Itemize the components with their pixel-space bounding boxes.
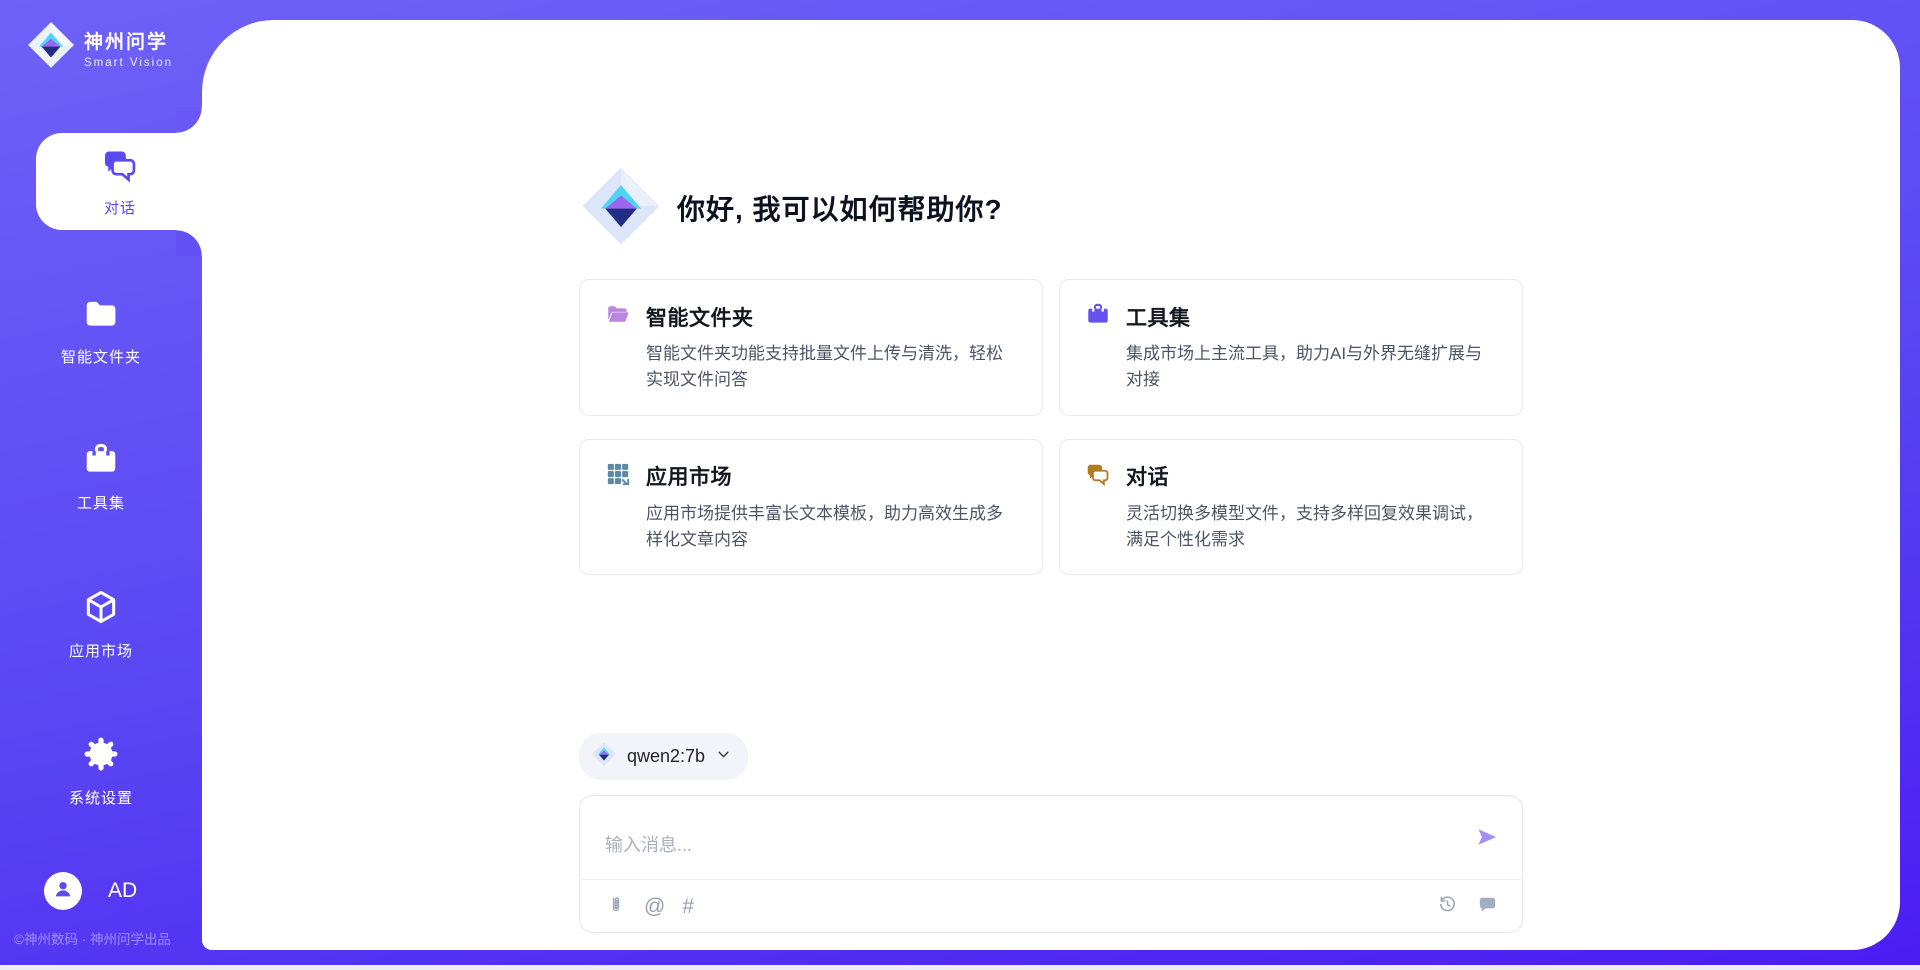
- message-input[interactable]: [605, 812, 1458, 879]
- at-icon: @: [644, 896, 665, 917]
- card-description: 应用市场提供丰富长文本模板，助力高效生成多样化文章内容: [605, 501, 1017, 554]
- greeting-text: 你好, 我可以如何帮助你?: [677, 188, 1003, 228]
- brand-diamond-icon: [26, 20, 76, 75]
- card-chat[interactable]: 对话 灵活切换多模型文件，支持多样回复效果调试，满足个性化需求: [1059, 439, 1523, 576]
- mention-button[interactable]: @: [644, 896, 665, 917]
- card-smart-folder[interactable]: 智能文件夹 智能文件夹功能支持批量文件上传与清洗，轻松实现文件问答: [579, 279, 1043, 416]
- comment-icon: [1476, 893, 1499, 919]
- toolbox-icon: [82, 440, 120, 483]
- chevron-down-icon: [715, 746, 732, 768]
- user-name: AD: [108, 879, 137, 903]
- history-icon: [1436, 893, 1459, 919]
- toolbox-icon: [1085, 301, 1111, 332]
- brand-subtitle: Smart Vision: [84, 57, 173, 69]
- paperclip-icon: [605, 894, 627, 919]
- person-icon: [50, 876, 76, 907]
- card-title: 智能文件夹: [646, 302, 754, 332]
- model-name: qwen2:7b: [627, 746, 705, 767]
- brand-name: 神州问学: [84, 27, 173, 54]
- sidebar-item-label: 工具集: [77, 492, 125, 513]
- send-button[interactable]: [1474, 825, 1500, 851]
- card-description: 智能文件夹功能支持批量文件上传与清洗，轻松实现文件问答: [605, 341, 1017, 394]
- sidebar-item-smart-folder[interactable]: 智能文件夹: [0, 294, 202, 367]
- brand-logo: 神州问学 Smart Vision: [26, 20, 173, 75]
- conversation-button[interactable]: [1476, 893, 1499, 919]
- model-selector[interactable]: qwen2:7b: [579, 733, 748, 780]
- sidebar-item-label: 应用市场: [69, 640, 133, 661]
- sidebar-item-label: 系统设置: [69, 787, 133, 808]
- brand-diamond-icon: [579, 164, 663, 253]
- avatar: [44, 872, 82, 910]
- cube-icon: [82, 588, 120, 631]
- feature-cards: 智能文件夹 智能文件夹功能支持批量文件上传与清洗，轻松实现文件问答 工具集: [579, 279, 1523, 575]
- card-title: 对话: [1126, 461, 1169, 491]
- greeting: 你好, 我可以如何帮助你?: [579, 165, 1523, 251]
- attach-button[interactable]: [605, 894, 627, 919]
- gear-icon: [82, 735, 120, 778]
- sidebar-item-toolset[interactable]: 工具集: [0, 440, 202, 513]
- copyright: ©神州数码 · 神州问学出品: [14, 928, 171, 948]
- grid-icon: [605, 461, 631, 492]
- sidebar-item-chat[interactable]: 对话: [36, 133, 204, 230]
- chat-bubbles-icon: [1085, 461, 1111, 492]
- topic-button[interactable]: #: [682, 896, 694, 917]
- card-app-market[interactable]: 应用市场 应用市场提供丰富长文本模板，助力高效生成多样化文章内容: [579, 439, 1043, 576]
- brand-diamond-icon: [591, 741, 617, 772]
- card-toolset[interactable]: 工具集 集成市场上主流工具，助力AI与外界无缝扩展与对接: [1059, 279, 1523, 416]
- history-button[interactable]: [1436, 893, 1459, 919]
- user-profile[interactable]: AD: [44, 872, 137, 910]
- hash-icon: #: [682, 896, 694, 917]
- message-composer: @ #: [579, 795, 1523, 933]
- horizontal-scrollbar[interactable]: [0, 965, 1920, 970]
- folder-icon: [82, 294, 120, 337]
- card-description: 集成市场上主流工具，助力AI与外界无缝扩展与对接: [1085, 341, 1497, 394]
- sidebar-item-app-market[interactable]: 应用市场: [0, 588, 202, 661]
- card-title: 应用市场: [646, 461, 732, 491]
- sidebar-item-settings[interactable]: 系统设置: [0, 735, 202, 808]
- folder-open-icon: [605, 301, 631, 332]
- sidebar-item-label: 智能文件夹: [61, 346, 141, 367]
- sidebar-item-label: 对话: [104, 197, 136, 218]
- card-title: 工具集: [1126, 302, 1191, 332]
- send-icon: [1475, 825, 1499, 852]
- chat-bubbles-icon: [101, 146, 139, 189]
- card-description: 灵活切换多模型文件，支持多样回复效果调试，满足个性化需求: [1085, 501, 1497, 554]
- main-panel: 你好, 我可以如何帮助你? 智能文件夹 智能文件夹功能支持批量文件上传与清洗，轻…: [202, 20, 1900, 950]
- sidebar: 神州问学 Smart Vision 对话 智能文件夹: [0, 0, 202, 970]
